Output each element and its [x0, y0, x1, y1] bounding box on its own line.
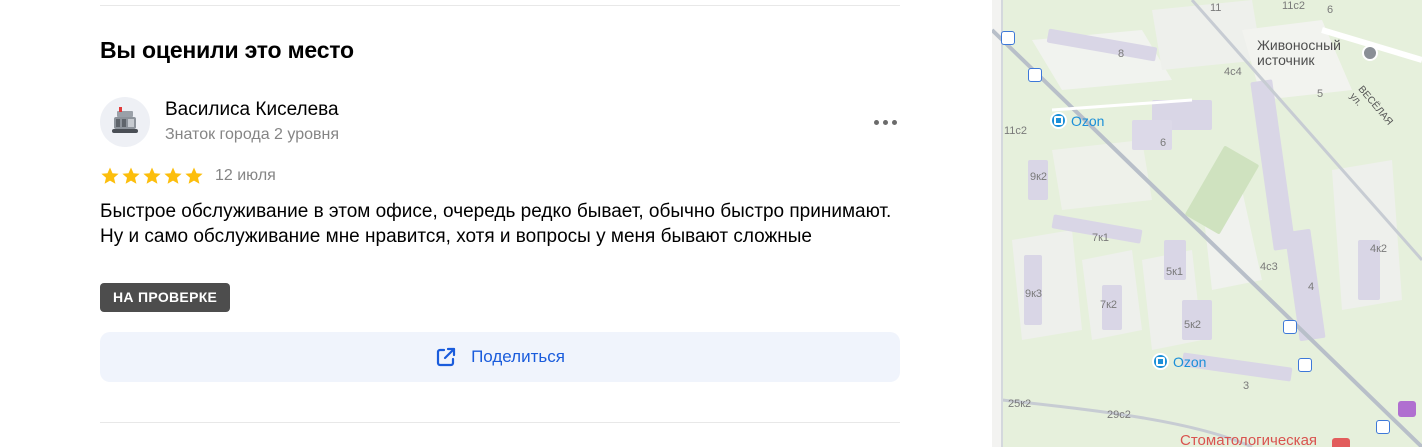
map-building-label: 9к2 [1030, 171, 1048, 183]
star-icon [164, 167, 182, 184]
robot-avatar-icon [112, 107, 138, 133]
review-date: 12 июля [215, 167, 276, 184]
map-building-label: 7к2 [1100, 299, 1118, 311]
map-building-label: 8 [1118, 48, 1125, 60]
map-building-label: 5 [1317, 88, 1324, 100]
share-icon [436, 347, 456, 367]
bus-stop-icon[interactable] [1298, 358, 1312, 372]
author-name[interactable]: Василиса Киселева [165, 99, 339, 121]
bus-stop-icon[interactable] [1001, 31, 1015, 45]
rating-stars [100, 166, 204, 186]
more-dots-icon [882, 119, 888, 125]
map-building-label: 25к2 [1008, 398, 1032, 410]
ozon-pin-icon [1152, 353, 1169, 370]
star-icon [143, 167, 161, 184]
map-building-label: 4с3 [1260, 261, 1278, 273]
map-building-label: 4к2 [1370, 243, 1388, 255]
bus-stop-icon[interactable] [1283, 320, 1297, 334]
map[interactable]: 11 11с2 6 8 4с4 5 11с2 6 9к2 7к1 4к2 5к1… [992, 0, 1422, 447]
ozon-label: Ozon [1173, 353, 1207, 370]
review-panel: Вы оценили это место Василиса Киселева З… [0, 0, 992, 447]
bus-stop-icon[interactable] [1376, 420, 1390, 434]
map-building-label: 11с2 [1282, 0, 1306, 12]
more-dots-icon [891, 119, 897, 125]
map-place-label[interactable]: Живоносный источник [1257, 38, 1367, 68]
dental-clinic-icon[interactable] [1332, 438, 1350, 447]
ozon-pin-icon [1050, 112, 1067, 129]
map-building-label: 5к1 [1166, 266, 1184, 278]
church-icon[interactable] [1362, 45, 1378, 61]
map-building-label: 3 [1243, 380, 1250, 392]
ozon-label: Ozon [1071, 112, 1105, 129]
star-icon [101, 167, 119, 184]
map-building-label: 4с4 [1224, 66, 1242, 78]
avatar[interactable] [100, 97, 150, 147]
map-building-label: 4 [1308, 281, 1315, 293]
map-building-label: 29с2 [1107, 409, 1131, 421]
section-title: Вы оценили это место [100, 37, 354, 63]
author-level: Знаток города 2 уровня [165, 126, 340, 143]
map-building-label: 5к2 [1184, 319, 1202, 331]
hotel-icon[interactable] [1398, 401, 1416, 417]
map-building-label: 6 [1327, 4, 1334, 16]
star-icon [122, 167, 140, 184]
more-options-button[interactable] [870, 110, 900, 134]
map-building-label: 7к1 [1092, 232, 1110, 244]
ozon-pickup-marker[interactable]: Ozon [1152, 353, 1206, 370]
bus-stop-icon[interactable] [1028, 68, 1042, 82]
divider [100, 5, 900, 6]
divider [100, 422, 900, 423]
map-building-label: 9к3 [1025, 288, 1043, 300]
share-label: Поделиться [471, 347, 565, 366]
review-text: Быстрое обслуживание в этом офисе, очере… [100, 201, 892, 247]
share-button[interactable]: Поделиться [100, 332, 900, 382]
map-poi-label[interactable]: Стоматологическая [1180, 432, 1317, 447]
star-icon [185, 167, 203, 184]
map-building-label: 11 [1210, 2, 1222, 14]
status-badge: НА ПРОВЕРКЕ [100, 283, 231, 312]
map-building-label: 6 [1160, 137, 1167, 149]
ozon-pickup-marker[interactable]: Ozon [1050, 112, 1104, 129]
map-building-label: 11с2 [1004, 125, 1028, 137]
more-dots-icon [873, 119, 879, 125]
